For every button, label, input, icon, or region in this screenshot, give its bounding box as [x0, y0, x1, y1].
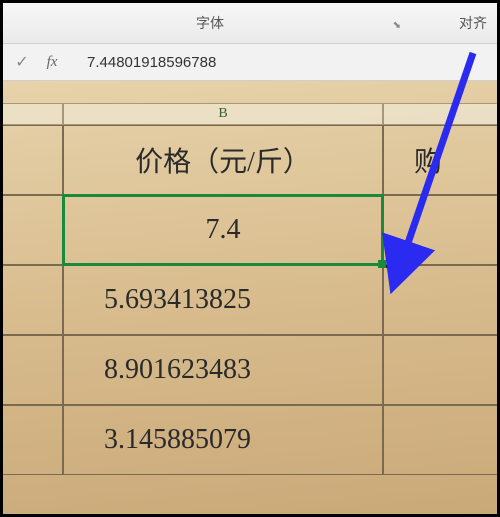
cell-c2[interactable] — [383, 195, 497, 265]
formula-confirm-icon[interactable]: ✓ — [7, 52, 37, 72]
insert-function-button[interactable]: fx — [37, 54, 67, 71]
cell-b4[interactable]: 8.901623483 — [63, 335, 383, 405]
cell-b2-value: 7.4 — [206, 214, 241, 246]
cell-a5[interactable] — [3, 405, 63, 475]
column-headers-row: B — [3, 103, 497, 125]
cell-b1[interactable]: 价格（元/斤） — [63, 125, 383, 195]
ribbon-bar: 字体 ⬊ 对齐 — [3, 3, 497, 43]
column-header-b[interactable]: B — [63, 103, 383, 125]
cell-c1[interactable]: 购 — [383, 125, 497, 195]
screenshot-frame: 字体 ⬊ 对齐 ✓ fx B 价格（元/斤） 购 — [0, 0, 500, 517]
ribbon-group-font-label: 字体 — [196, 17, 224, 32]
grid: B 价格（元/斤） 购 7.4 + 5.693413825 — [3, 103, 497, 475]
font-dialog-launcher-icon[interactable]: ⬊ — [393, 20, 401, 31]
table-row: 3.145885079 — [3, 405, 497, 475]
table-row: 5.693413825 — [3, 265, 497, 335]
ribbon-group-font: 字体 ⬊ — [13, 13, 407, 33]
cell-b5[interactable]: 3.145885079 — [63, 405, 383, 475]
cell-a4[interactable] — [3, 335, 63, 405]
formula-input[interactable] — [67, 54, 493, 71]
cell-c5[interactable] — [383, 405, 497, 475]
table-row: 7.4 + — [3, 195, 497, 265]
worksheet-area[interactable]: B 价格（元/斤） 购 7.4 + 5.693413825 — [3, 81, 497, 514]
ribbon-group-alignment: 对齐 — [407, 13, 487, 33]
cell-a1[interactable] — [3, 125, 63, 195]
header-row: 价格（元/斤） 购 — [3, 125, 497, 195]
column-header-a[interactable] — [3, 103, 63, 125]
table-row: 8.901623483 — [3, 335, 497, 405]
cell-c4[interactable] — [383, 335, 497, 405]
cell-c3[interactable] — [383, 265, 497, 335]
cell-b3[interactable]: 5.693413825 — [63, 265, 383, 335]
cell-a3[interactable] — [3, 265, 63, 335]
formula-bar: ✓ fx — [3, 43, 497, 81]
fill-handle[interactable] — [378, 260, 386, 268]
ribbon-group-alignment-label: 对齐 — [459, 17, 487, 32]
cell-b2-selected[interactable]: 7.4 + — [63, 195, 383, 265]
column-header-c[interactable] — [383, 103, 497, 125]
cell-a2[interactable] — [3, 195, 63, 265]
